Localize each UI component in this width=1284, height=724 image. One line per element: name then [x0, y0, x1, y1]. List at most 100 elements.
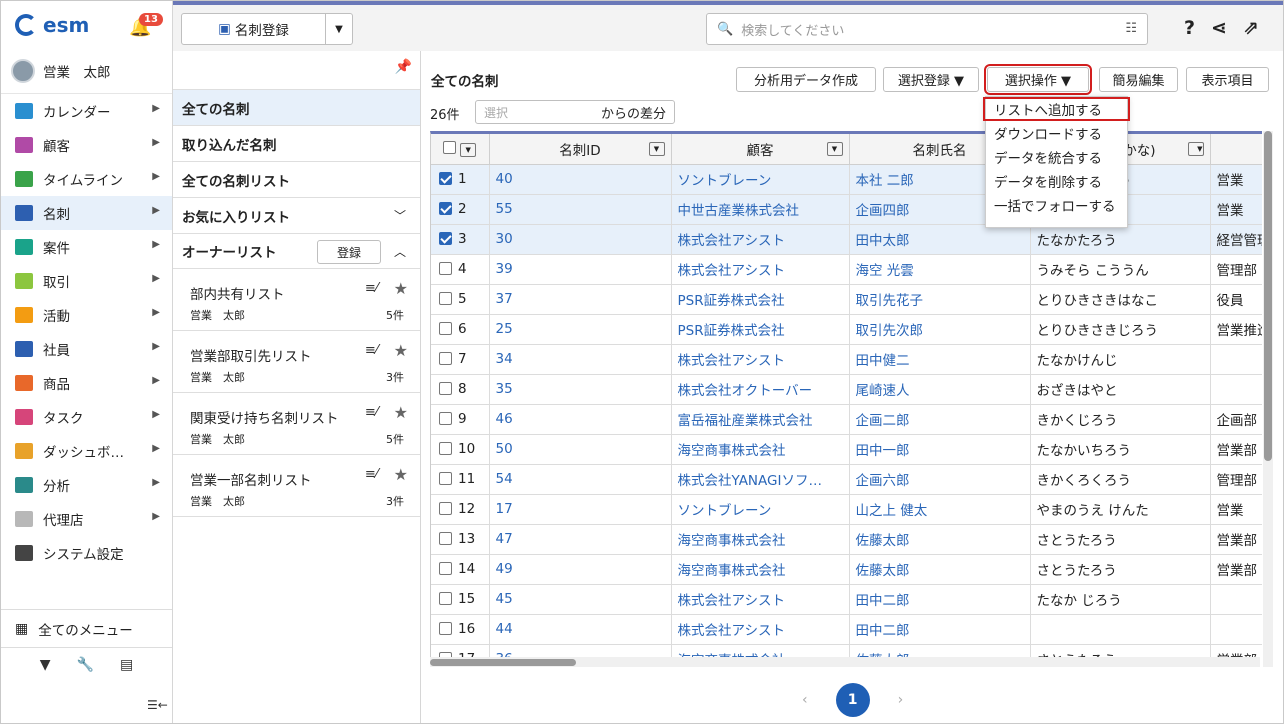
card-id-link[interactable]: 17 — [489, 494, 672, 525]
card-name-link[interactable]: 田中二郎 — [849, 584, 1031, 615]
sidebar-item-11[interactable]: 分析 ▶ — [1, 468, 172, 502]
row-checkbox[interactable] — [439, 532, 452, 545]
horizontal-scrollbar[interactable] — [430, 657, 1260, 667]
card-name-link[interactable]: 田中太郎 — [849, 224, 1031, 255]
card-id-link[interactable]: 34 — [489, 344, 672, 375]
sidebar-item-5[interactable]: 取引 ▶ — [1, 264, 172, 298]
table-row[interactable]: 10 50 海空商事株式会社 田中一郎 たなかいちろう 営業部 — [431, 434, 1262, 465]
customer-link[interactable]: 株式会社アシスト — [671, 344, 850, 375]
card-id-link[interactable]: 49 — [489, 554, 672, 585]
list-all-lists[interactable]: 全ての名刺リスト — [173, 161, 420, 197]
card-id-link[interactable]: 40 — [489, 164, 672, 195]
menu-item-4[interactable]: 一括でフォローする — [986, 193, 1127, 217]
customer-link[interactable]: 株式会社アシスト — [671, 584, 850, 615]
customer-link[interactable]: 株式会社YANAGIソフ… — [671, 464, 850, 495]
horizontal-scroll-thumb[interactable] — [430, 659, 576, 666]
table-row[interactable]: 255中世古産業株式会社企画四郎きかくしろう営業 — [431, 194, 1262, 225]
row-checkbox[interactable] — [439, 202, 452, 215]
card-name-link[interactable]: 田中健二 — [849, 344, 1031, 375]
sidebar-item-3[interactable]: 名刺 ▶ — [1, 196, 172, 230]
menu-item-2[interactable]: データを統合する — [986, 145, 1127, 169]
row-checkbox[interactable] — [439, 562, 452, 575]
all-menu-button[interactable]: ▦ 全てのメニュー — [1, 610, 172, 648]
sidebar-item-4[interactable]: 案件 ▶ — [1, 230, 172, 264]
customer-link[interactable]: ソントブレーン — [671, 494, 850, 525]
star-icon[interactable]: ★ — [394, 341, 408, 360]
card-id-link[interactable]: 35 — [489, 374, 672, 405]
row-checkbox[interactable] — [439, 262, 452, 275]
list-imported[interactable]: 取り込んだ名刺 — [173, 125, 420, 161]
sidebar-item-10[interactable]: ダッシュボ… ▶ — [1, 434, 172, 468]
select-all-checkbox[interactable] — [443, 141, 457, 155]
customer-link[interactable]: 海空商事株式会社 — [671, 554, 850, 585]
table-row[interactable]: 13 47 海空商事株式会社 佐藤太郎 さとうたろう 営業部 — [431, 524, 1262, 555]
next-page-icon[interactable]: › — [898, 692, 904, 708]
column-filter-dropdown[interactable]: ▼ — [826, 142, 843, 156]
table-row[interactable]: 14 49 海空商事株式会社 佐藤太郎 さとうたろう 営業部 — [431, 554, 1262, 585]
row-checkbox[interactable] — [439, 412, 452, 425]
prev-page-icon[interactable]: ‹ — [802, 692, 808, 708]
owner-list-item[interactable]: 部内共有リスト 営業 太郎 5件 ≡⁄ ★ — [173, 269, 420, 331]
customer-link[interactable]: PSR証券株式会社 — [671, 284, 850, 315]
customer-link[interactable]: PSR証券株式会社 — [671, 314, 850, 345]
table-row[interactable]: 5 37 PSR証券株式会社 取引先花子 とりひきさきはなこ 役員 — [431, 284, 1262, 315]
list-all-cards[interactable]: 全ての名刺 — [173, 89, 420, 125]
card-id-link[interactable]: 50 — [489, 434, 672, 465]
card-name-link[interactable]: 取引先次郎 — [849, 314, 1031, 345]
table-row[interactable]: 15 45 株式会社アシスト 田中二郎 たなか じろう — [431, 584, 1262, 615]
row-checkbox[interactable] — [439, 592, 452, 605]
card-name-link[interactable]: 佐藤太郎 — [849, 524, 1031, 555]
card-id-link[interactable]: 46 — [489, 404, 672, 435]
menu-item-3[interactable]: データを削除する — [986, 169, 1127, 193]
customer-link[interactable]: 海空商事株式会社 — [671, 524, 850, 555]
help-icon[interactable]: ? — [1184, 17, 1195, 39]
edit-list-icon[interactable]: ≡⁄ — [365, 281, 378, 296]
table-row[interactable]: 4 39 株式会社アシスト 海空 光雲 うみそら こううん 管理部 — [431, 254, 1262, 285]
card-id-link[interactable]: 44 — [489, 614, 672, 645]
collapse-sidebar-icon[interactable]: ☰← — [147, 698, 168, 712]
table-icon[interactable]: ▤ — [120, 657, 133, 673]
star-icon[interactable]: ★ — [394, 465, 408, 484]
customer-link[interactable]: 海空商事株式会社 — [671, 434, 850, 465]
sidebar-item-12[interactable]: 代理店 ▶ — [1, 502, 172, 536]
card-name-link[interactable]: 田中一郎 — [849, 434, 1031, 465]
list-favorites[interactable]: お気に入りリスト ﹀ — [173, 197, 420, 233]
card-id-link[interactable]: 30 — [489, 224, 672, 255]
customer-link[interactable]: 株式会社アシスト — [671, 224, 850, 255]
card-id-link[interactable]: 54 — [489, 464, 672, 495]
table-row[interactable]: 8 35 株式会社オクトーバー 尾崎速人 おざきはやと — [431, 374, 1262, 405]
sidebar-item-8[interactable]: 商品 ▶ — [1, 366, 172, 400]
card-name-link[interactable]: 山之上 健太 — [849, 494, 1031, 525]
column-filter-dropdown[interactable]: ▼ — [1187, 142, 1204, 156]
owner-list-item[interactable]: 関東受け持ち名刺リスト 営業 太郎 5件 ≡⁄ ★ — [173, 393, 420, 455]
card-id-link[interactable]: 45 — [489, 584, 672, 615]
sidebar-item-0[interactable]: カレンダー ▶ — [1, 94, 172, 128]
star-icon[interactable]: ★ — [394, 279, 408, 298]
register-card-button[interactable]: ▣ 名刺登録 — [182, 14, 326, 44]
select-operations-button[interactable]: 選択操作 ▼ — [984, 64, 1092, 95]
star-icon[interactable]: ★ — [394, 403, 408, 422]
card-name-link[interactable]: 取引先花子 — [849, 284, 1031, 315]
table-row[interactable]: 6 25PSR証券株式会社取引先次郎とりひきさきじろう営業推進 — [431, 314, 1262, 345]
table-row[interactable]: 9 46 富岳福祉産業株式会社 企画二郎 きかくじろう 企画部 — [431, 404, 1262, 435]
row-checkbox[interactable] — [439, 382, 452, 395]
sidebar-item-6[interactable]: 活動 ▶ — [1, 298, 172, 332]
column-filter-dropdown[interactable]: ▼ — [648, 142, 665, 156]
table-row[interactable]: 7 34 株式会社アシスト 田中健二 たなかけんじ — [431, 344, 1262, 375]
register-dropdown-button[interactable]: ▼ — [326, 14, 352, 44]
customer-link[interactable]: 富岳福祉産業株式会社 — [671, 404, 850, 435]
external-link-icon[interactable]: ⇗ — [1243, 17, 1259, 39]
select-menu-dropdown[interactable]: ▼ — [460, 143, 477, 158]
card-name-link[interactable]: 企画六郎 — [849, 464, 1031, 495]
customer-link[interactable]: 株式会社アシスト — [671, 254, 850, 285]
card-name-link[interactable]: 尾崎速人 — [849, 374, 1031, 405]
wrench-icon[interactable]: 🔧 — [77, 657, 94, 673]
sidebar-item-13[interactable]: システム設定 — [1, 536, 172, 570]
user-profile[interactable]: 営業 太郎 — [11, 59, 111, 83]
sidebar-item-9[interactable]: タスク ▶ — [1, 400, 172, 434]
card-id-link[interactable]: 39 — [489, 254, 672, 285]
search-input[interactable]: 🔍 検索してください ☷ — [706, 13, 1148, 45]
diff-select-input[interactable]: 選択 からの差分 — [475, 100, 675, 124]
table-row[interactable]: 3 30株式会社アシスト田中太郎たなかたろう経営管理 — [431, 224, 1262, 255]
column-header-customer[interactable]: 顧客 ▼ — [671, 134, 850, 165]
